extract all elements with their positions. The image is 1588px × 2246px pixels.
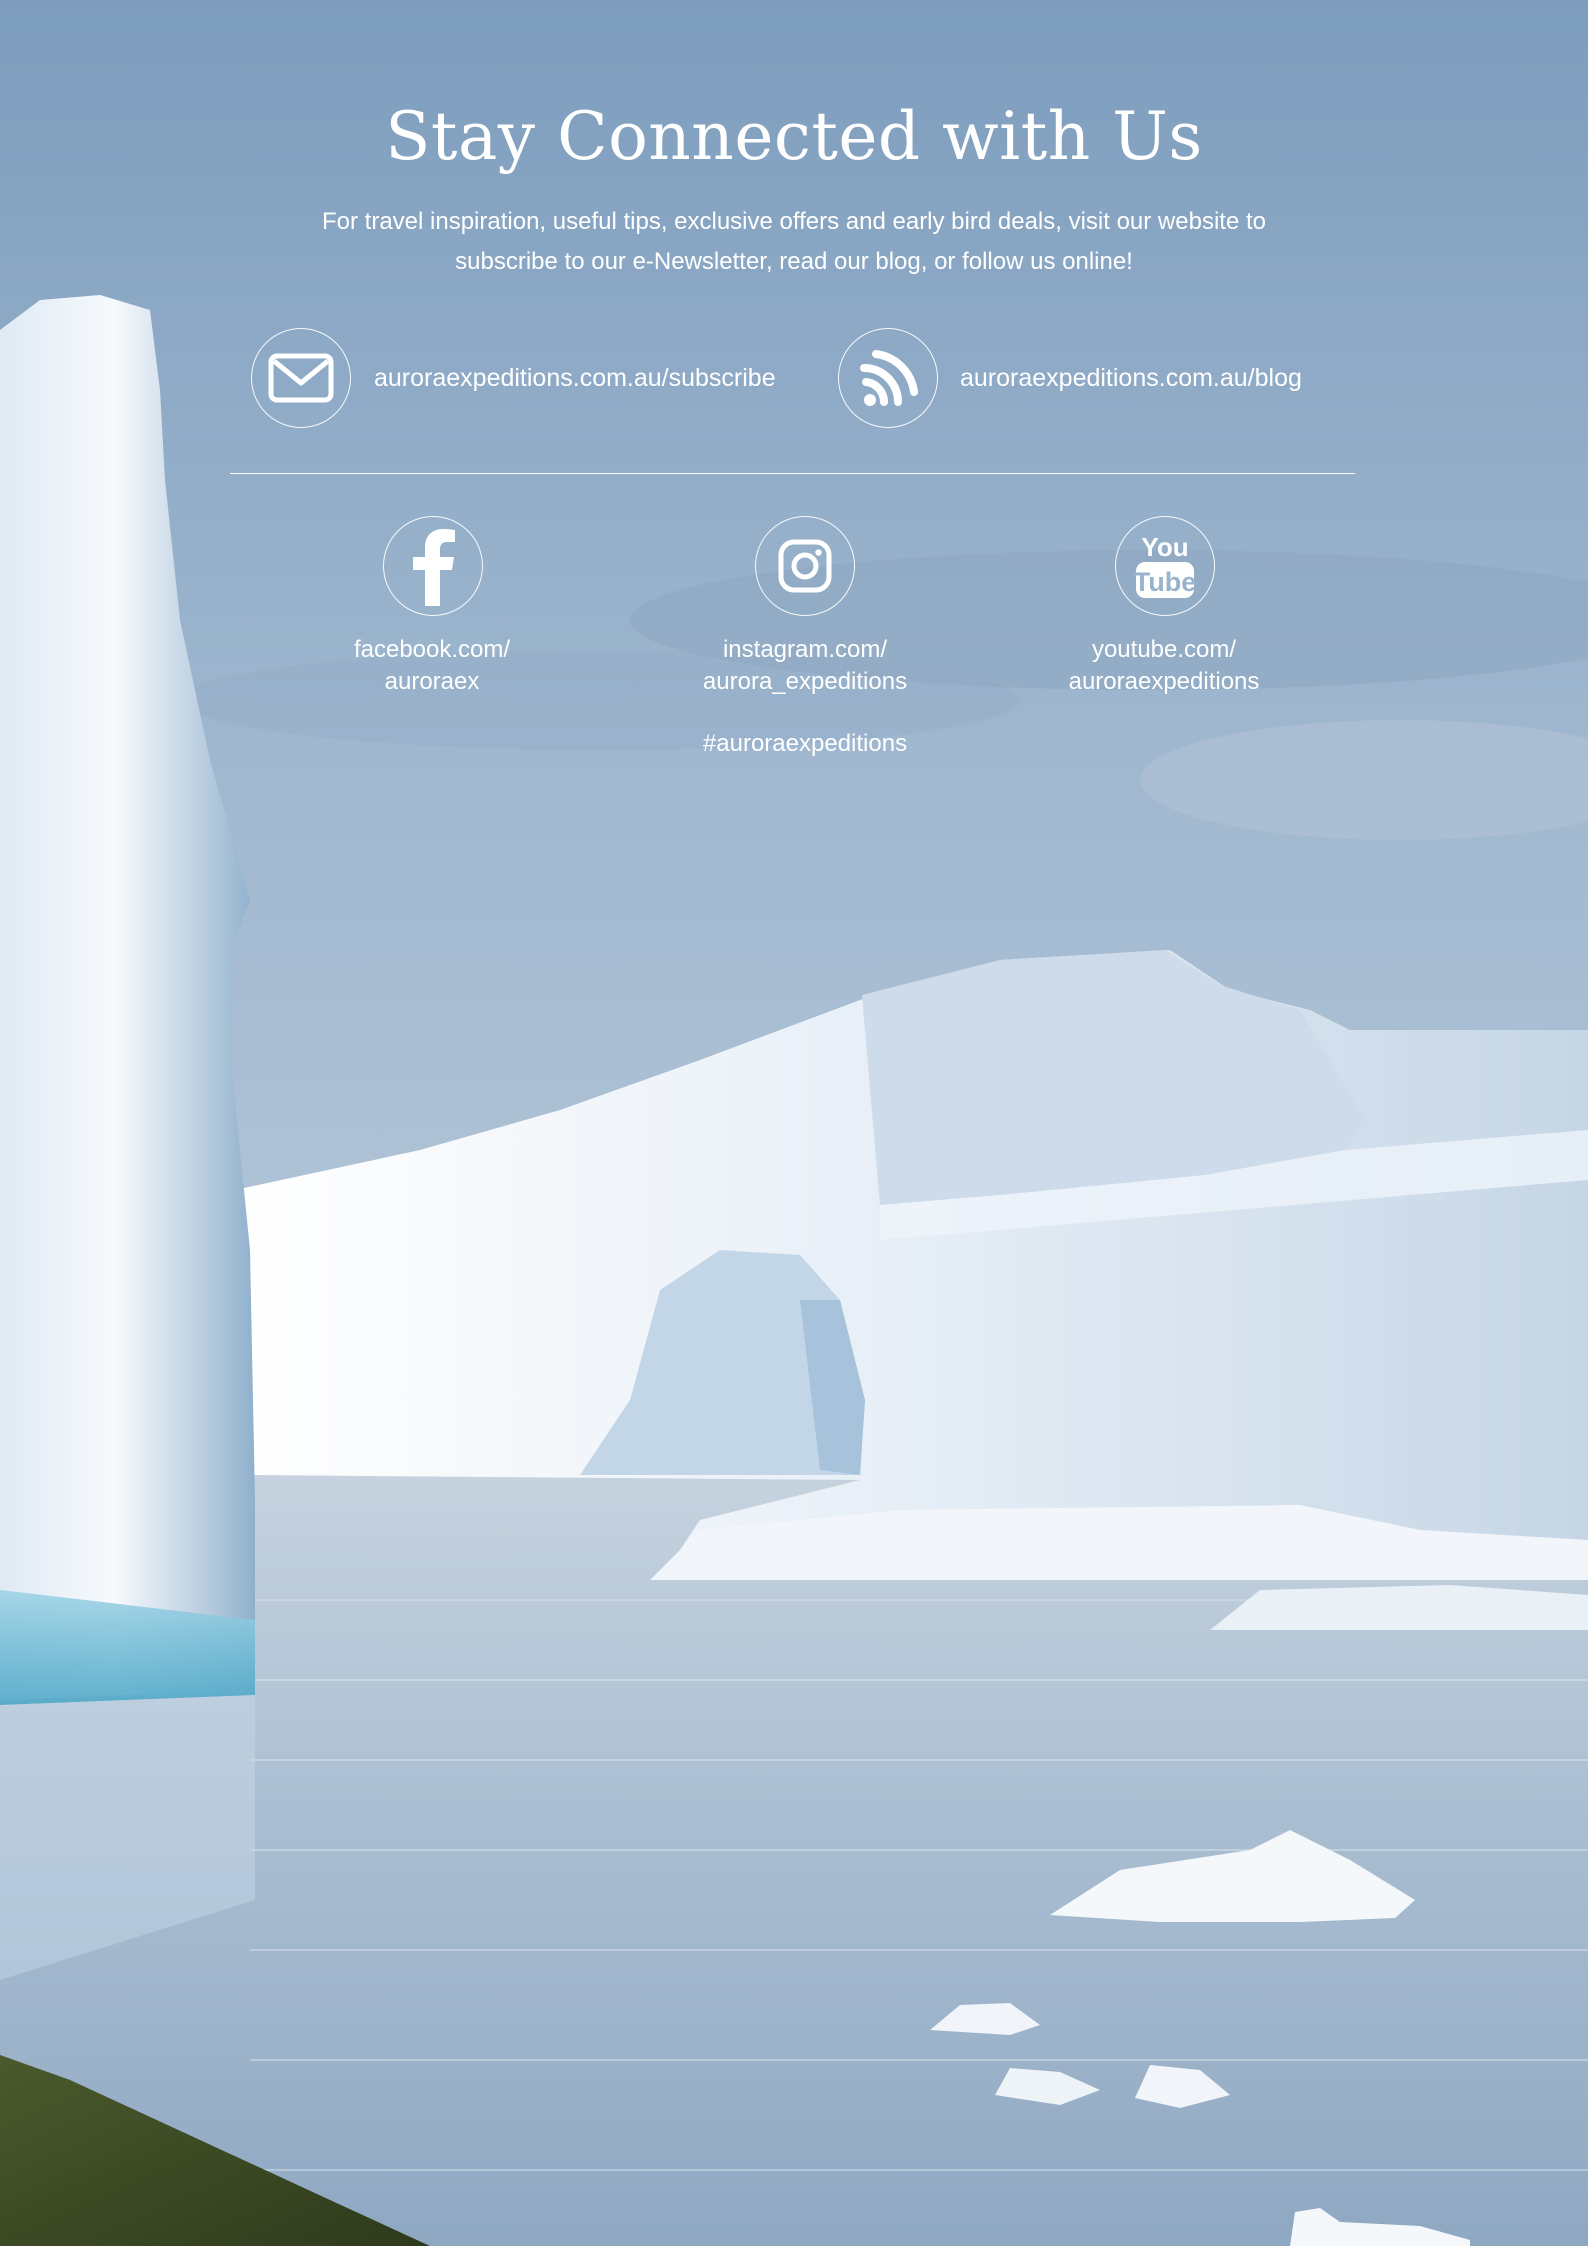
page: Stay Connected with Us For travel inspir…	[0, 0, 1588, 2246]
envelope-icon[interactable]	[251, 328, 351, 428]
instagram-link-line1: instagram.com/	[722, 636, 888, 663]
rss-glyph	[860, 350, 918, 406]
intro-paragraph: For travel inspiration, useful tips, exc…	[322, 208, 1266, 275]
facebook-icon[interactable]	[383, 516, 483, 616]
instagram-glyph	[778, 539, 832, 593]
youtube-link-line2: auroraexpeditions	[1068, 668, 1260, 695]
youtube-link-line1: youtube.com/	[1091, 636, 1237, 663]
youtube-link[interactable]: youtube.com/ auroraexpeditions	[1004, 634, 1324, 698]
facebook-glyph	[413, 529, 455, 606]
youtube-glyph-bottom-text: Tube	[1134, 567, 1196, 597]
blog-link[interactable]: auroraexpeditions.com.au/blog	[960, 364, 1302, 393]
instagram-hashtag[interactable]: #auroraexpeditions	[645, 730, 965, 758]
iceberg-background-image	[0, 0, 1588, 2246]
envelope-glyph	[268, 353, 334, 403]
youtube-icon[interactable]: You Tube	[1115, 516, 1215, 616]
section-divider	[230, 473, 1355, 474]
page-title: Stay Connected with Us	[385, 98, 1203, 175]
instagram-link-line2: aurora_expeditions	[702, 668, 908, 695]
facebook-link[interactable]: facebook.com/ auroraex	[272, 634, 592, 698]
youtube-glyph-top-text: You	[1141, 532, 1188, 562]
facebook-link-line2: auroraex	[384, 668, 480, 695]
facebook-link-line1: facebook.com/	[353, 636, 511, 663]
instagram-link[interactable]: instagram.com/ aurora_expeditions	[645, 634, 965, 698]
instagram-icon[interactable]	[755, 516, 855, 616]
subscribe-link[interactable]: auroraexpeditions.com.au/subscribe	[374, 364, 776, 393]
rss-feed-icon[interactable]	[838, 328, 938, 428]
youtube-glyph: You Tube	[1134, 532, 1196, 598]
